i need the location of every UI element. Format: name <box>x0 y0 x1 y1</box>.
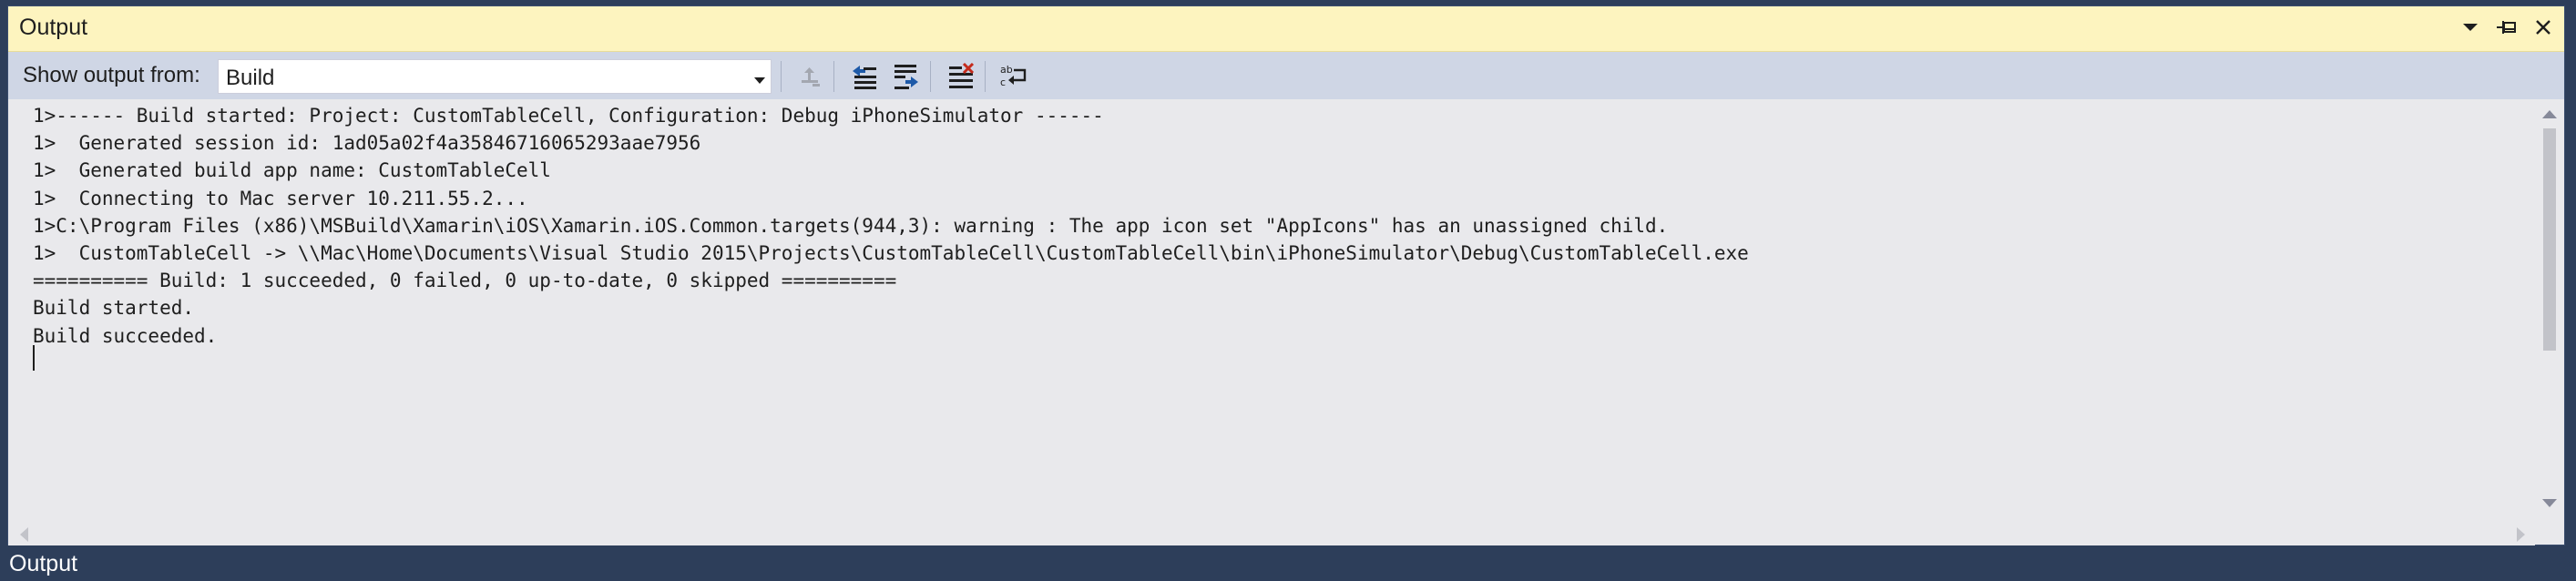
toolbar-separator <box>781 61 782 92</box>
output-line: ========== Build: 1 succeeded, 0 failed,… <box>33 270 897 292</box>
panel-title: Output <box>19 15 88 40</box>
output-toolbar: Show output from: Build ab c <box>8 52 2564 99</box>
find-message-in-code-icon[interactable] <box>794 61 827 92</box>
output-line: 1> Generated build app name: CustomTable… <box>33 159 551 182</box>
window-controls <box>2458 15 2555 39</box>
output-line: 1> Generated session id: 1ad05a02f4a3584… <box>33 132 701 155</box>
chevron-down-icon[interactable] <box>2458 15 2482 39</box>
toolbar-separator <box>985 61 986 92</box>
go-to-previous-message-icon[interactable] <box>848 61 881 92</box>
output-line: 1>C:\Program Files (x86)\MSBuild\Xamarin… <box>33 214 1669 237</box>
toolbar-separator <box>930 61 931 92</box>
chevron-down-icon[interactable] <box>754 73 765 89</box>
pin-icon[interactable] <box>2495 15 2519 39</box>
output-text-area[interactable]: 1>------ Build started: Project: CustomT… <box>8 99 2535 524</box>
output-source-dropdown[interactable]: Build <box>218 59 772 94</box>
close-icon[interactable] <box>2531 15 2555 39</box>
output-line: Build started. <box>33 297 195 320</box>
svg-text:ab: ab <box>1000 64 1013 76</box>
scroll-left-icon[interactable] <box>19 527 28 546</box>
output-line: 1> CustomTableCell -> \\Mac\Home\Documen… <box>33 241 1749 264</box>
vertical-scrollbar[interactable] <box>2535 99 2564 524</box>
go-to-next-message-icon[interactable] <box>890 61 923 92</box>
output-titlebar[interactable]: Output <box>8 6 2564 52</box>
vertical-scroll-thumb[interactable] <box>2543 128 2556 351</box>
clear-all-icon[interactable] <box>945 61 977 92</box>
output-line: 1>------ Build started: Project: CustomT… <box>33 105 1104 127</box>
tab-output[interactable]: Output <box>9 551 77 577</box>
scroll-down-icon[interactable] <box>2542 496 2557 513</box>
output-line: 1> Connecting to Mac server 10.211.55.2.… <box>33 187 528 209</box>
scroll-right-icon[interactable] <box>2517 527 2526 546</box>
bottom-tab-bar: Output <box>0 545 2576 581</box>
toggle-word-wrap-icon[interactable]: ab c <box>997 61 1030 92</box>
output-tool-window: Output Show output from: Build ab c 1>--… <box>7 5 2565 545</box>
horizontal-scrollbar[interactable] <box>8 524 2535 545</box>
svg-text:c: c <box>1000 76 1006 88</box>
text-caret <box>33 345 35 371</box>
output-line: Build succeeded. <box>33 324 218 347</box>
scroll-up-icon[interactable] <box>2542 107 2557 123</box>
output-log: 1>------ Build started: Project: CustomT… <box>33 102 1749 350</box>
output-source-value: Build <box>226 66 275 90</box>
toolbar-separator <box>833 61 834 92</box>
show-output-from-label: Show output from: <box>23 63 200 87</box>
ide-window: Output Show output from: Build ab c 1>--… <box>0 0 2576 581</box>
